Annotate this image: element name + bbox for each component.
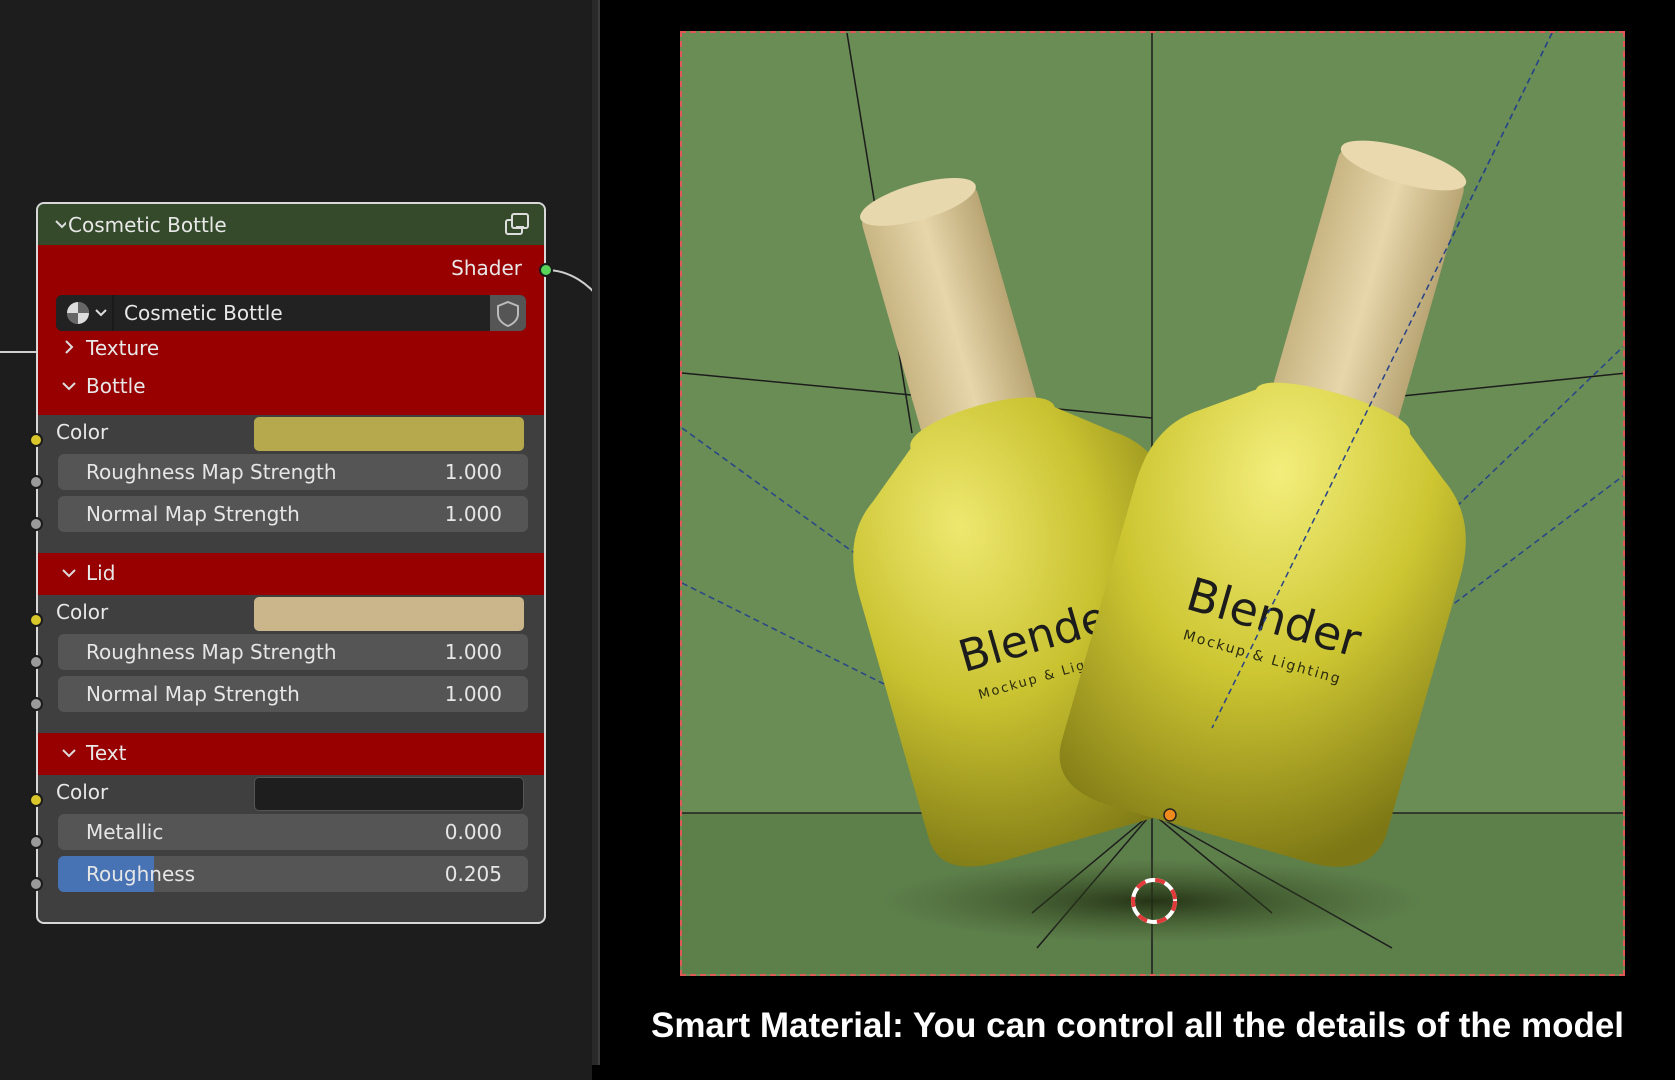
chevron-down-icon	[62, 749, 76, 758]
shield-icon	[497, 300, 519, 328]
material-sphere-icon[interactable]	[64, 300, 112, 330]
bottle-normal-map-field[interactable]: Normal Map Strength 1.000	[58, 496, 528, 532]
panel-bottle[interactable]	[58, 375, 82, 403]
panel-texture[interactable]	[58, 336, 82, 364]
text-color-socket[interactable]	[29, 793, 43, 807]
bottle-color-swatch[interactable]	[254, 417, 524, 451]
caption: Smart Material: You can control all the …	[650, 1006, 1625, 1045]
field-label: Metallic	[86, 820, 164, 844]
text-color-swatch[interactable]	[254, 777, 524, 811]
shader-output-label: Shader	[451, 256, 522, 280]
bottle-color-socket[interactable]	[29, 433, 43, 447]
lid-color-swatch[interactable]	[254, 597, 524, 631]
chevron-right-icon	[65, 340, 74, 354]
bottle-roughness-map-field[interactable]: Roughness Map Strength 1.000	[58, 454, 528, 490]
panel-bottle-label: Bottle	[86, 374, 146, 398]
lid-roughness-map-field[interactable]: Roughness Map Strength 1.000	[58, 634, 528, 670]
field-label: Normal Map Strength	[86, 502, 300, 526]
text-roughness-slider[interactable]: Roughness 0.205	[58, 856, 528, 892]
bottle-roughness-socket[interactable]	[29, 475, 43, 489]
field-value: 0.000	[444, 820, 502, 844]
lid-normal-socket[interactable]	[29, 697, 43, 711]
material-selector[interactable]: Cosmetic Bottle	[56, 295, 526, 331]
field-value: 1.000	[444, 502, 502, 526]
bottle-shadow	[882, 859, 1422, 943]
field-label: Normal Map Strength	[86, 682, 300, 706]
text-color-label: Color	[56, 780, 109, 804]
panel-text-label: Text	[86, 741, 127, 765]
node-header[interactable]: Cosmetic Bottle	[38, 204, 544, 245]
field-label: Roughness Map Strength	[86, 460, 337, 484]
lid-normal-map-field[interactable]: Normal Map Strength 1.000	[58, 676, 528, 712]
field-value: 0.205	[444, 862, 502, 886]
text-metallic-field[interactable]: Metallic 0.000	[58, 814, 528, 850]
lid-roughness-socket[interactable]	[29, 655, 43, 669]
text-metallic-socket[interactable]	[29, 835, 43, 849]
node-title: Cosmetic Bottle	[68, 212, 227, 237]
field-value: 1.000	[444, 460, 502, 484]
object-origin[interactable]	[1163, 808, 1177, 822]
lid-color-label: Color	[56, 600, 109, 624]
camera-frame[interactable]: Blender Mockup & Lighting Blender Mockup…	[680, 31, 1625, 976]
text-roughness-socket[interactable]	[29, 877, 43, 891]
render-scene: Blender Mockup & Lighting Blender Mockup…	[682, 33, 1623, 974]
shader-output-socket[interactable]	[539, 263, 553, 277]
panel-lid-label: Lid	[86, 561, 116, 585]
chevron-down-icon	[62, 569, 76, 578]
node-group-icon[interactable]	[504, 212, 530, 240]
chevron-down-icon	[62, 382, 76, 391]
field-value: 1.000	[444, 682, 502, 706]
field-value: 1.000	[444, 640, 502, 664]
panel-texture-label: Texture	[86, 336, 160, 360]
panel-lid[interactable]: Lid	[38, 553, 544, 595]
cosmetic-bottle-node[interactable]: Cosmetic Bottle Shader Cosmetic Bottle T…	[36, 202, 546, 924]
bottle-color-label: Color	[56, 420, 109, 444]
material-name: Cosmetic Bottle	[124, 301, 283, 325]
panel-text[interactable]: Text	[38, 733, 544, 775]
field-label: Roughness	[86, 862, 196, 886]
chevron-down-icon[interactable]	[38, 215, 69, 235]
node-editor[interactable]: Cosmetic Bottle Shader Cosmetic Bottle T…	[0, 0, 600, 1080]
bottle-normal-socket[interactable]	[29, 517, 43, 531]
fake-user-button[interactable]	[490, 295, 526, 331]
field-label: Roughness Map Strength	[86, 640, 337, 664]
lid-color-socket[interactable]	[29, 613, 43, 627]
